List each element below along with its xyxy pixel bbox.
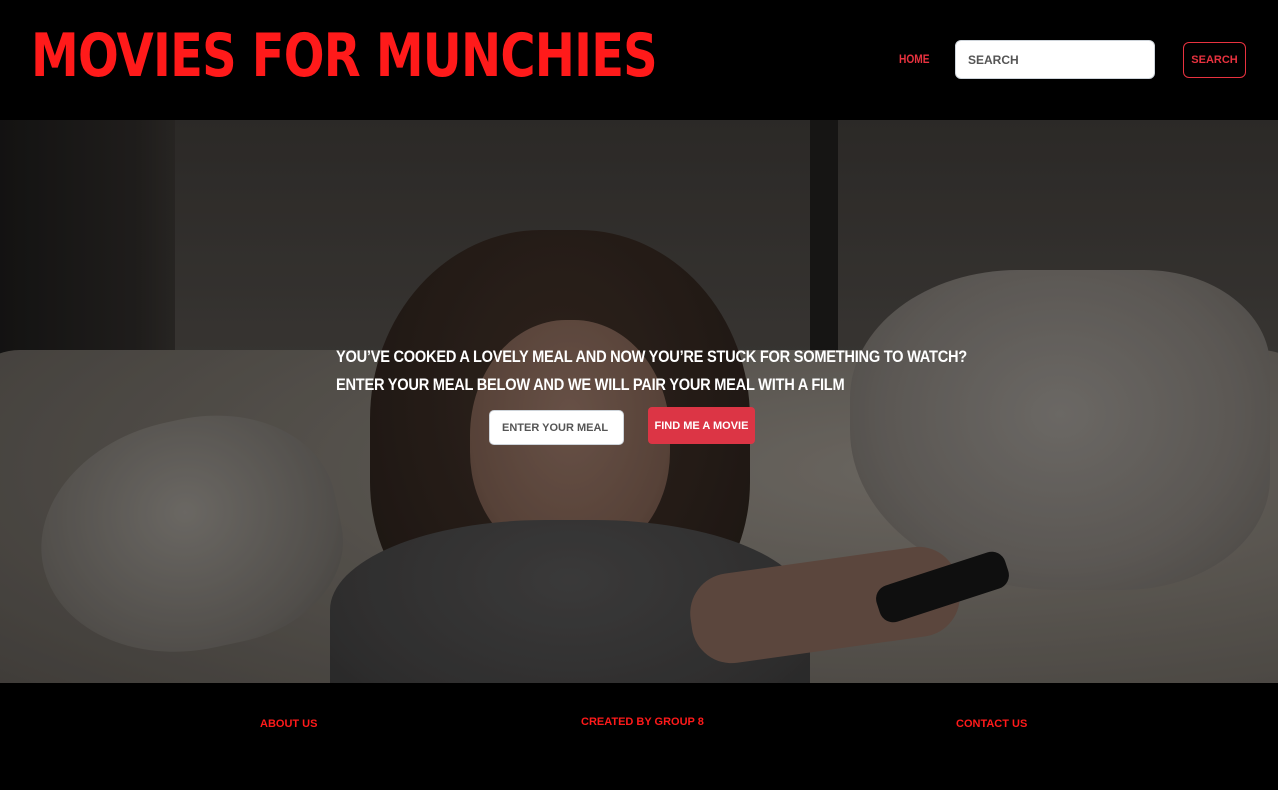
hero-line-1: You’ve cooked a lovely meal and now you’… [336, 347, 967, 366]
search-button[interactable]: Search [1183, 42, 1246, 78]
site-logo-title[interactable]: Movies for Munchies [31, 22, 658, 90]
hero-section: You’ve cooked a lovely meal and now you’… [0, 120, 1278, 683]
find-movie-button[interactable]: Find me a movie [648, 407, 755, 444]
footer-about-link[interactable]: About Us [260, 718, 317, 730]
nav-home-link[interactable]: Home [899, 52, 930, 66]
footer-credits: Created by Group 8 [581, 716, 704, 728]
navbar: Movies for Munchies Home Search [0, 0, 1278, 120]
footer: About Us Created by Group 8 Contact Us [0, 683, 1278, 790]
footer-contact-link[interactable]: Contact Us [956, 718, 1027, 730]
hero-line-2: Enter your meal below and we will pair y… [336, 375, 845, 394]
hero-heading: You’ve cooked a lovely meal and now you’… [336, 343, 967, 399]
meal-input[interactable] [489, 410, 624, 445]
search-input[interactable] [955, 40, 1155, 79]
